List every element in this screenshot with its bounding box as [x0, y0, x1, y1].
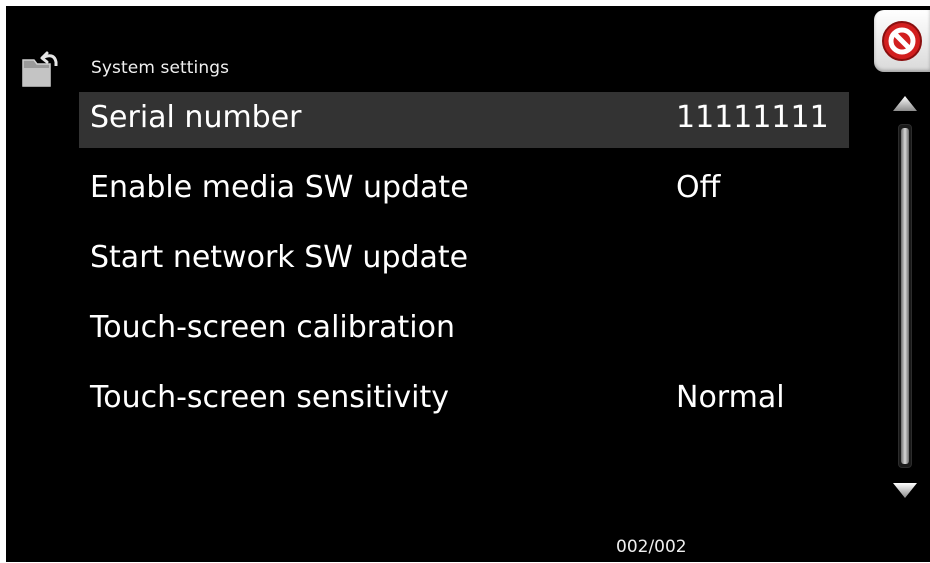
page-indicator: 002/002 [616, 537, 687, 557]
setting-label: Enable media SW update [90, 170, 469, 205]
scroll-up-button[interactable] [891, 94, 919, 114]
page-title: System settings [91, 58, 230, 78]
close-icon [882, 21, 922, 61]
screen: System settings Serial number 11111111 E… [6, 6, 930, 562]
setting-row-touch-screen-sensitivity[interactable]: Touch-screen sensitivity Normal [79, 372, 849, 428]
close-button[interactable] [874, 10, 930, 72]
setting-label: Touch-screen calibration [90, 310, 455, 345]
arrow-up-icon [893, 96, 917, 111]
folder-back-icon [22, 51, 58, 87]
setting-row-start-network-sw-update[interactable]: Start network SW update [79, 232, 849, 288]
setting-row-enable-media-sw-update[interactable]: Enable media SW update Off [79, 162, 849, 218]
setting-label: Serial number [90, 100, 302, 135]
setting-label: Touch-screen sensitivity [90, 380, 449, 415]
back-button[interactable] [20, 50, 62, 90]
setting-row-serial-number[interactable]: Serial number 11111111 [79, 92, 849, 148]
scroll-down-button[interactable] [891, 480, 919, 500]
settings-list: Serial number 11111111 Enable media SW u… [79, 92, 849, 442]
arrow-down-icon [893, 483, 917, 498]
setting-value: Normal [676, 380, 785, 415]
setting-label: Start network SW update [90, 240, 469, 275]
setting-value: 11111111 [676, 100, 829, 135]
scrollbar-thumb[interactable] [901, 128, 909, 464]
setting-value: Off [676, 170, 721, 205]
scrollbar-track[interactable] [898, 124, 912, 468]
setting-row-touch-screen-calibration[interactable]: Touch-screen calibration [79, 302, 849, 358]
